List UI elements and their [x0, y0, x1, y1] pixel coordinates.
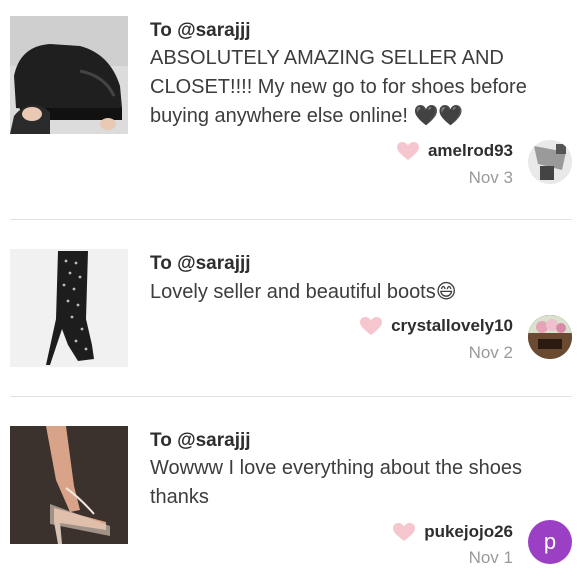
- reviewer-avatar[interactable]: [528, 140, 572, 184]
- heart-icon[interactable]: [392, 522, 416, 542]
- review-date: Nov 3: [468, 168, 513, 187]
- reviewer-username[interactable]: amelrod93: [428, 141, 513, 161]
- product-thumbnail[interactable]: [10, 249, 128, 367]
- review-text: ABSOLUTELY AMAZING SELLER AND CLOSET!!!!…: [150, 47, 527, 127]
- review-divider: [10, 396, 572, 397]
- avatar-photo-icon: [528, 140, 572, 184]
- review-feed: To @sarajjj ABSOLUTELY AMAZING SELLER AN…: [0, 0, 580, 579]
- clear-strap-heel-image: [10, 426, 128, 544]
- review-recipient: To @sarajjj: [150, 253, 251, 274]
- review-date: Nov 1: [468, 548, 513, 567]
- reviewer-avatar[interactable]: [528, 315, 572, 359]
- heart-icon[interactable]: [396, 141, 420, 161]
- product-thumbnail[interactable]: [10, 16, 128, 134]
- reviewer-username[interactable]: pukejojo26: [424, 522, 513, 542]
- heart-icon[interactable]: [359, 316, 383, 336]
- black-platform-sneaker-image: [10, 16, 128, 134]
- avatar-letter: p: [543, 529, 557, 554]
- reviewer-row: amelrod93: [396, 141, 513, 161]
- review-date: Nov 2: [468, 343, 513, 362]
- review-text: Wowww I love everything about the shoes …: [150, 457, 523, 508]
- review-recipient: To @sarajjj: [150, 430, 251, 451]
- reviewer-row: pukejojo26: [392, 522, 513, 542]
- reviewer-username[interactable]: crystallovely10: [391, 316, 513, 336]
- avatar-photo-icon: [528, 315, 572, 359]
- reviewer-row: crystallovely10: [359, 316, 513, 336]
- reviewer-avatar[interactable]: p: [528, 520, 572, 564]
- review-text: Lovely seller and beautiful boots😄: [150, 281, 457, 303]
- studded-thigh-high-boot-image: [10, 249, 128, 367]
- product-thumbnail[interactable]: [10, 426, 128, 544]
- review-divider: [10, 219, 572, 220]
- review-recipient: To @sarajjj: [150, 20, 251, 41]
